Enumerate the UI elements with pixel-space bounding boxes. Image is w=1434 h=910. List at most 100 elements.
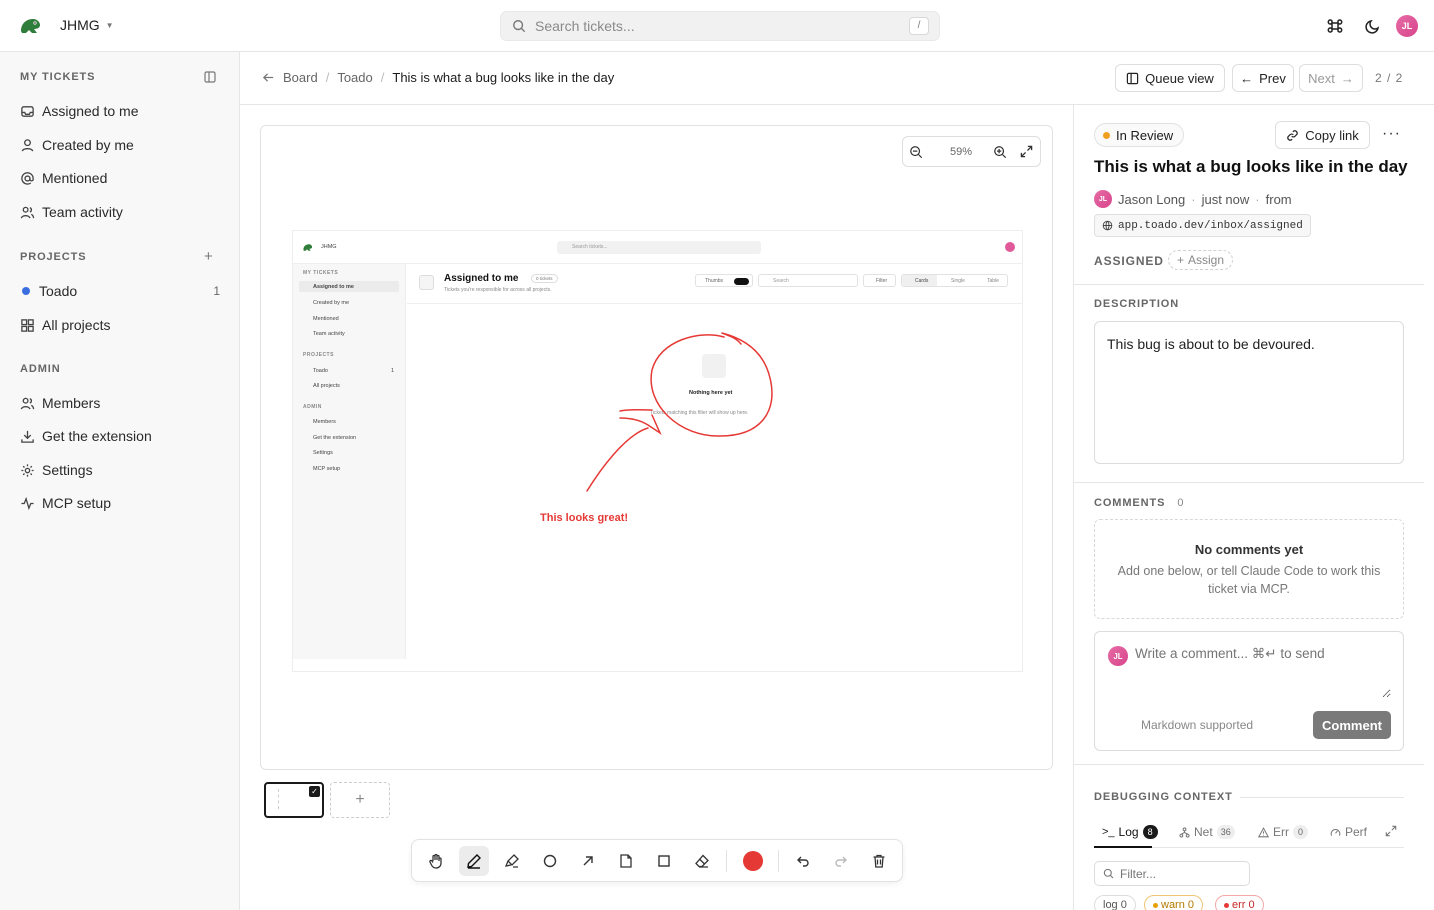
breadcrumb-project[interactable]: Toado bbox=[337, 70, 372, 85]
workspace-name: JHMG bbox=[60, 17, 100, 33]
search-bar[interactable]: / bbox=[500, 11, 940, 41]
annotation-text[interactable]: This looks great! bbox=[540, 512, 628, 524]
chip-label: log 0 bbox=[1103, 899, 1127, 910]
highlighter-tool-icon[interactable] bbox=[497, 846, 527, 876]
redo-icon[interactable] bbox=[826, 846, 856, 876]
add-project-icon[interactable]: + bbox=[204, 248, 213, 265]
sidebar: MY TICKETS Assigned to me Created by me … bbox=[0, 52, 240, 910]
mini-view-switch: Cards Single Table bbox=[901, 274, 1008, 287]
terminal-icon: >_ bbox=[1102, 826, 1115, 838]
debugging-context-text: DEBUGGING CONTEXT bbox=[1094, 791, 1233, 803]
search-input[interactable] bbox=[535, 18, 895, 34]
rectangle-tool-icon[interactable] bbox=[649, 846, 679, 876]
workspace-switcher[interactable]: JHMG ▼ bbox=[60, 17, 114, 33]
sidebar-item-all-projects[interactable]: All projects bbox=[20, 314, 220, 336]
add-screenshot-button[interactable]: + bbox=[330, 782, 390, 818]
sidebar-item-label: Settings bbox=[42, 462, 93, 478]
composer-avatar: JL bbox=[1108, 646, 1128, 666]
eraser-tool-icon[interactable] bbox=[687, 846, 717, 876]
mini-heading: Assigned to me bbox=[444, 273, 519, 284]
sidebar-item-label: Get the extension bbox=[42, 428, 152, 444]
tab-perf[interactable]: Perf bbox=[1330, 825, 1367, 839]
sidebar-item-members[interactable]: Members bbox=[20, 392, 220, 414]
zoom-out-icon[interactable] bbox=[903, 138, 930, 166]
status-label: In Review bbox=[1116, 127, 1174, 143]
collapse-sidebar-icon[interactable] bbox=[204, 71, 216, 83]
sidebar-item-created[interactable]: Created by me bbox=[20, 134, 220, 156]
circle-tool-icon[interactable] bbox=[535, 846, 565, 876]
sidebar-item-settings[interactable]: Settings bbox=[20, 459, 220, 481]
chip-label: warn 0 bbox=[1161, 899, 1195, 910]
link-icon bbox=[1287, 129, 1299, 141]
drawing-toolbar bbox=[411, 839, 903, 882]
more-options-icon[interactable]: ··· bbox=[1382, 125, 1401, 143]
section-rule bbox=[1240, 797, 1404, 798]
next-button[interactable]: Next → bbox=[1299, 64, 1363, 92]
note-tool-icon[interactable] bbox=[611, 846, 641, 876]
markdown-hint: Markdown supported bbox=[1141, 718, 1254, 732]
source-url[interactable]: app.toado.dev/inbox/assigned bbox=[1094, 214, 1311, 237]
status-badge[interactable]: In Review bbox=[1094, 123, 1185, 147]
command-icon[interactable] bbox=[1325, 16, 1345, 36]
arrow-left-icon[interactable] bbox=[262, 71, 275, 84]
color-swatch bbox=[743, 851, 763, 871]
tab-label: Log bbox=[1118, 825, 1139, 839]
section-admin: ADMIN bbox=[20, 363, 61, 375]
sidebar-item-label: Members bbox=[42, 395, 101, 411]
sidebar-item-assigned[interactable]: Assigned to me bbox=[20, 100, 220, 122]
mini-item: Get the extension bbox=[313, 435, 357, 441]
author-avatar: JL bbox=[1094, 190, 1112, 208]
trash-icon[interactable] bbox=[864, 846, 894, 876]
warn-level-chip[interactable]: warn 0 bbox=[1144, 895, 1204, 910]
sidebar-item-project-toado[interactable]: Toado 1 bbox=[20, 280, 220, 302]
assign-button[interactable]: + Assign bbox=[1168, 250, 1234, 270]
user-avatar[interactable]: JL bbox=[1396, 15, 1418, 37]
ticket-meta: JL Jason Long · just now · from bbox=[1094, 190, 1292, 208]
toolbar-divider bbox=[778, 850, 779, 872]
err-level-chip[interactable]: err 0 bbox=[1215, 895, 1264, 910]
search-icon bbox=[513, 20, 526, 33]
empty-comments-title: No comments yet bbox=[1194, 542, 1304, 557]
arrow-tool-icon[interactable] bbox=[573, 846, 603, 876]
screenshot-thumbnail[interactable]: ✓ bbox=[264, 782, 324, 818]
comment-button[interactable]: Comment bbox=[1313, 711, 1391, 739]
comment-input[interactable] bbox=[1135, 646, 1391, 698]
pen-tool-icon[interactable] bbox=[459, 846, 489, 876]
sidebar-item-extension[interactable]: Get the extension bbox=[20, 425, 220, 447]
breadcrumb-bar: Board / Toado / This is what a bug looks… bbox=[240, 52, 1434, 105]
fullscreen-icon[interactable] bbox=[1013, 138, 1040, 166]
project-count: 1 bbox=[213, 284, 220, 298]
frog-logo-icon[interactable] bbox=[18, 14, 42, 38]
log-filter-input[interactable] bbox=[1120, 866, 1240, 881]
mini-section: ADMIN bbox=[303, 404, 322, 410]
zoom-in-icon[interactable] bbox=[986, 138, 1013, 166]
log-filter[interactable] bbox=[1094, 861, 1250, 886]
mini-subtitle: Tickets you're responsible for across al… bbox=[444, 287, 552, 293]
breadcrumb-board[interactable]: Board bbox=[283, 70, 318, 85]
mini-empty-sub: Tickets matching this filter will show u… bbox=[650, 410, 749, 416]
tab-net[interactable]: Net 36 bbox=[1179, 825, 1235, 839]
prev-button[interactable]: ← Prev bbox=[1232, 64, 1294, 92]
mini-item: Toado bbox=[313, 368, 328, 374]
mini-view-label: Table bbox=[987, 278, 999, 284]
moon-icon[interactable] bbox=[1363, 16, 1383, 36]
log-level-chip[interactable]: log 0 bbox=[1094, 895, 1136, 910]
mini-workspace: JHMG bbox=[321, 244, 337, 250]
tab-err[interactable]: Err 0 bbox=[1258, 825, 1308, 839]
description-field[interactable]: This bug is about to be devoured. bbox=[1094, 321, 1404, 464]
sidebar-item-mcp-setup[interactable]: MCP setup bbox=[20, 492, 220, 514]
assigned-label: ASSIGNED bbox=[1094, 254, 1164, 268]
queue-view-button[interactable]: Queue view bbox=[1115, 64, 1225, 92]
hand-tool-icon[interactable] bbox=[421, 846, 451, 876]
tab-log[interactable]: >_ Log 8 bbox=[1102, 825, 1158, 839]
mini-badge: 0 tickets bbox=[531, 274, 558, 283]
color-picker[interactable] bbox=[738, 846, 768, 876]
mini-section: PROJECTS bbox=[303, 352, 334, 358]
next-label: Next bbox=[1308, 70, 1335, 86]
sidebar-item-team-activity[interactable]: Team activity bbox=[20, 201, 220, 223]
expand-icon[interactable] bbox=[1385, 825, 1397, 837]
mini-empty-icon bbox=[702, 354, 726, 378]
undo-icon[interactable] bbox=[788, 846, 818, 876]
sidebar-item-mentioned[interactable]: Mentioned bbox=[20, 167, 220, 189]
copy-link-button[interactable]: Copy link bbox=[1275, 121, 1370, 149]
